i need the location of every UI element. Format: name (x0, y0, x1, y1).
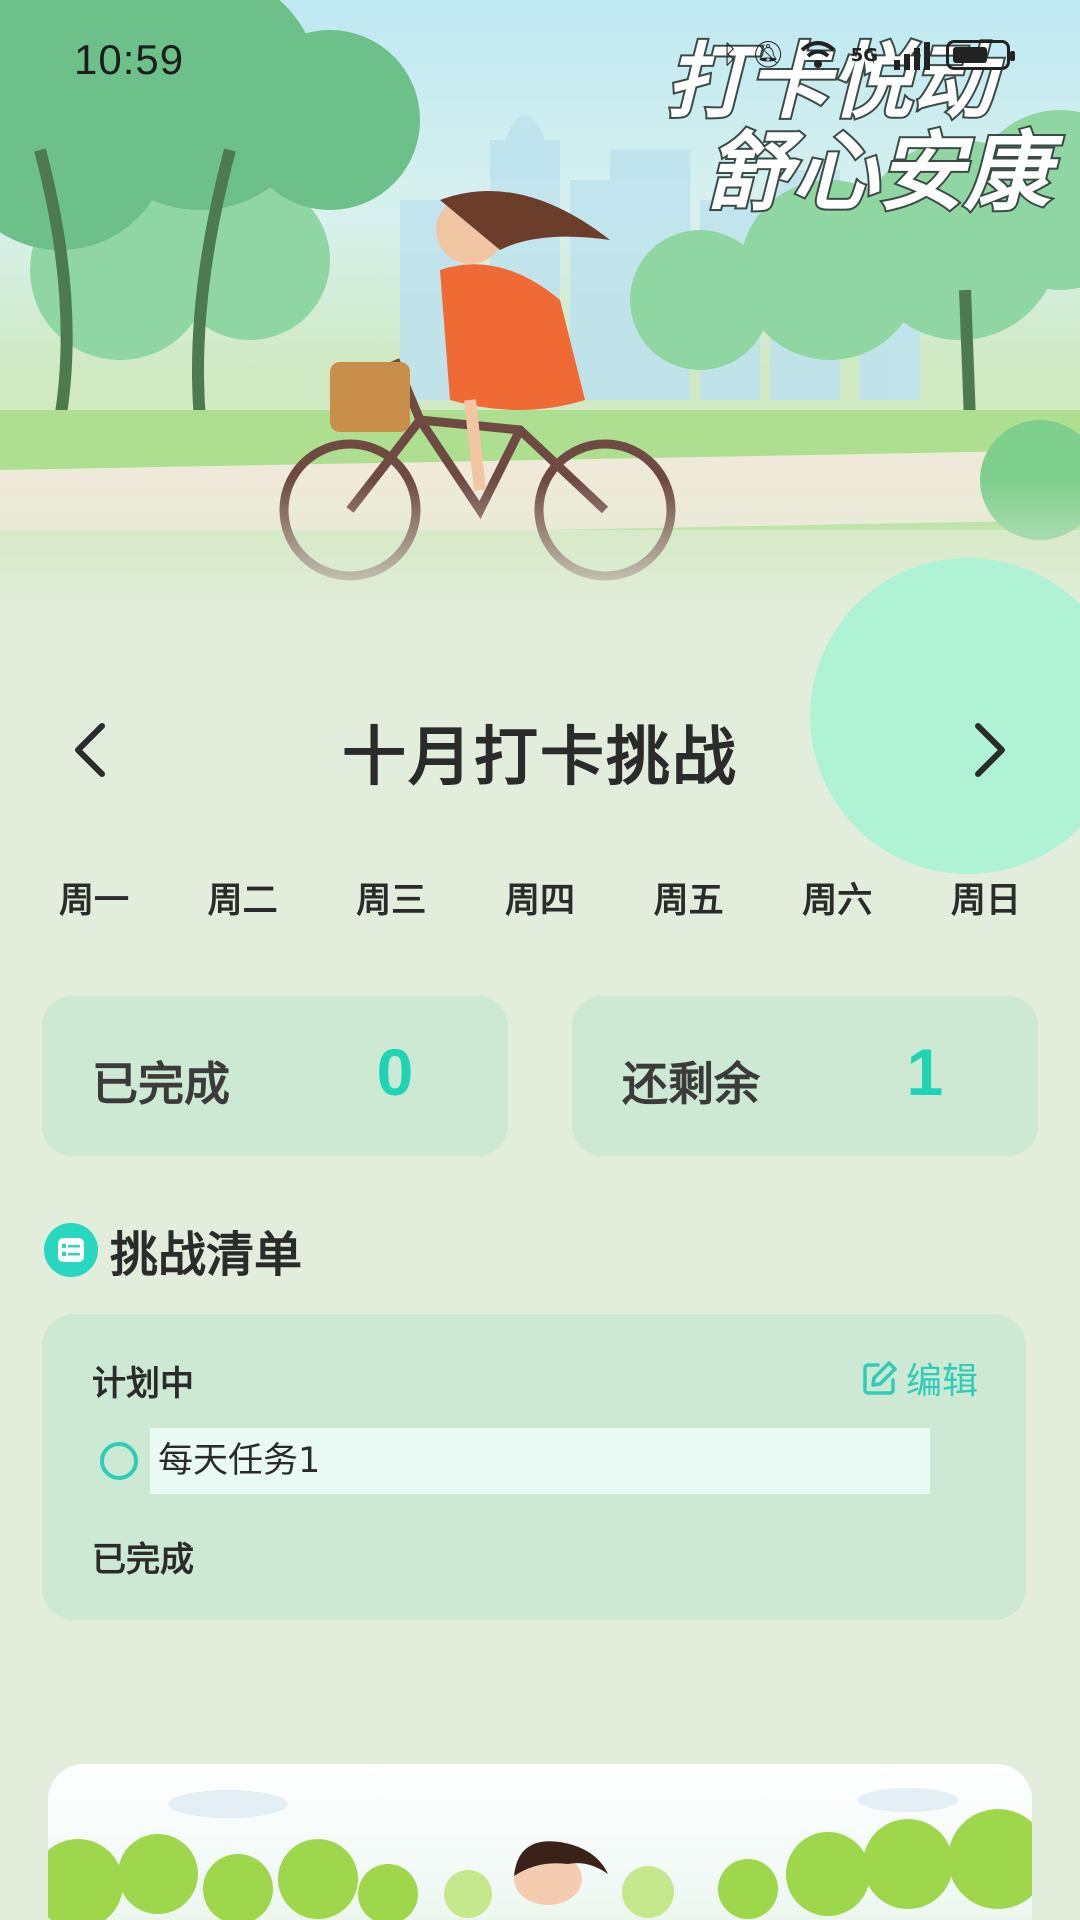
planned-group-label: 计划中 (92, 1364, 194, 1404)
chevron-right-icon (975, 723, 1005, 777)
completed-label: 已完成 (92, 1057, 230, 1111)
weekday-wed: 周三 (356, 881, 427, 921)
checklist-icon (44, 1223, 98, 1277)
hero-banner: 10:59 打卡悦动 舒心安康 ᛒ 🔕︎ 5G (0, 0, 1080, 620)
weekday-tue: 周二 (207, 881, 278, 921)
challenge-list-card: 计划中 编辑 每天任务1 已完成 (42, 1314, 1026, 1620)
task-text[interactable]: 每天任务1 (150, 1428, 930, 1494)
mute-icon: 🔕︎ (751, 40, 785, 70)
bluetooth-icon: ᛒ (722, 40, 738, 70)
status-time: 10:59 (74, 36, 185, 83)
weekday-sat: 周六 (802, 881, 873, 921)
weekday-thu: 周四 (504, 881, 575, 921)
network-type: 5G (850, 44, 878, 66)
weekday-row: 周一 周二 周三 周四 周五 周六 周日 (20, 872, 1060, 928)
wifi-icon (800, 41, 836, 68)
next-month-button[interactable] (960, 720, 1020, 780)
month-title: 十月打卡挑战 (342, 721, 738, 795)
slogan-line-2: 舒心安康 (704, 123, 1052, 223)
edit-label: 编辑 (905, 1361, 978, 1402)
challenge-list-header: 挑战清单 (44, 1220, 302, 1283)
edit-button[interactable]: 编辑 (862, 1352, 978, 1404)
task-item[interactable]: 每天任务1 (100, 1428, 976, 1494)
remaining-count: 1 (906, 1035, 944, 1109)
weekday-mon: 周一 (58, 881, 129, 921)
battery-icon (946, 40, 1015, 70)
remaining-stat-card: 还剩余 1 (572, 996, 1038, 1156)
bottom-illustration (48, 1764, 1032, 1920)
challenge-list-title: 挑战清单 (110, 1227, 303, 1283)
status-icons: ᛒ 🔕︎ 5G (722, 40, 1015, 70)
remaining-label: 还剩余 (622, 1057, 760, 1111)
completed-stat-card: 已完成 0 (42, 996, 508, 1156)
completed-count: 0 (376, 1035, 414, 1109)
edit-icon (863, 1361, 897, 1395)
signal-icon (894, 42, 930, 70)
weekday-sun: 周日 (950, 881, 1021, 921)
done-group-label: 已完成 (92, 1540, 194, 1580)
radio-unchecked-icon[interactable] (100, 1442, 138, 1480)
month-header: 十月打卡挑战 (0, 690, 1080, 800)
weekday-fri: 周五 (653, 881, 724, 921)
